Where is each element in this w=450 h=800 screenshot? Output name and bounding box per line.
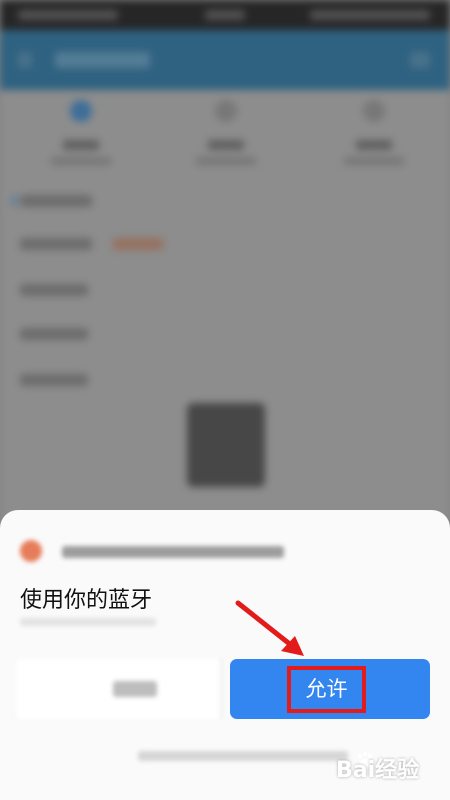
dialog-footer-blurred bbox=[138, 751, 348, 761]
dialog-subtitle-blurred bbox=[20, 618, 156, 626]
watermark: Bai经验 bbox=[336, 758, 420, 783]
allow-button-label[interactable]: 允许 bbox=[287, 666, 366, 713]
app-icon bbox=[20, 540, 42, 562]
deny-button[interactable] bbox=[16, 659, 221, 719]
deny-button-label-blurred bbox=[113, 681, 157, 697]
dialog-title: 使用你的蓝牙 bbox=[20, 588, 153, 613]
app-name-blurred bbox=[62, 546, 284, 558]
requesting-app-row bbox=[20, 538, 440, 564]
button-divider bbox=[221, 659, 222, 719]
